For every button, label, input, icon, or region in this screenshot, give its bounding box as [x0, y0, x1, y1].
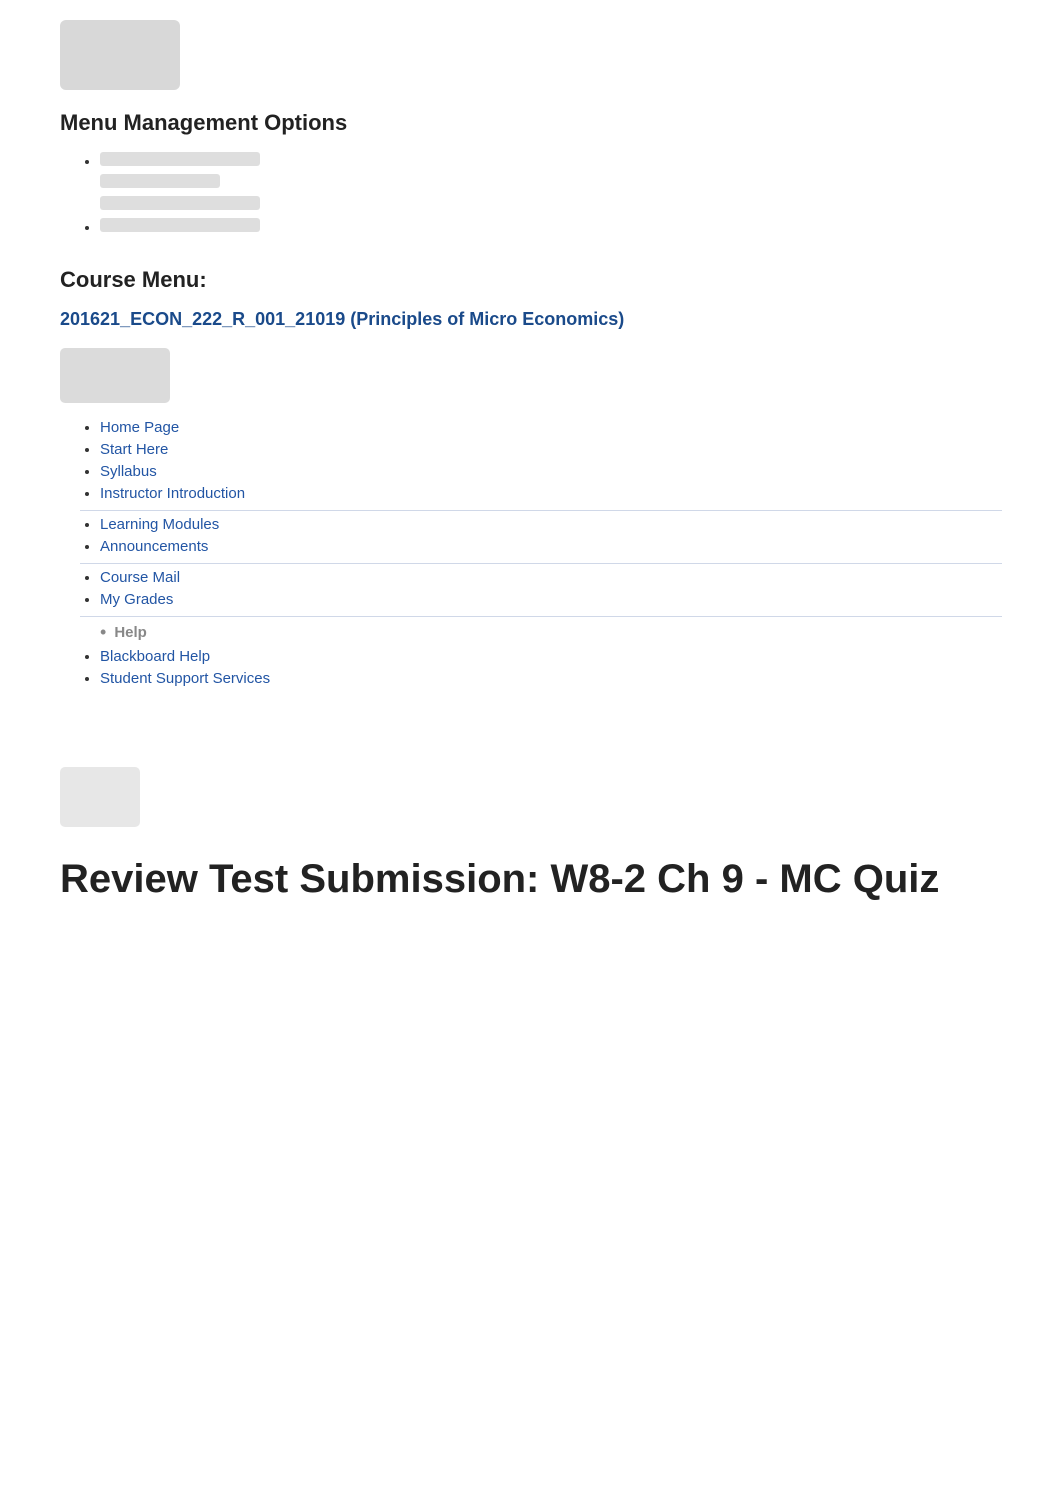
nav-link-my-grades[interactable]: My Grades [100, 591, 173, 608]
nav-link-student-support[interactable]: Student Support Services [100, 670, 270, 687]
blurred-item-middle [100, 174, 220, 188]
nav-link-announcements[interactable]: Announcements [100, 538, 208, 555]
help-heading-wrapper: Help [60, 622, 1002, 643]
nav-item-home-page[interactable]: Home Page [100, 419, 1002, 436]
course-menu-image-placeholder [60, 348, 170, 403]
nav-group-1: Home Page Start Here Syllabus Instructor… [60, 419, 1002, 511]
menu-management-heading: Menu Management Options [60, 110, 1002, 136]
help-heading: Help [114, 624, 147, 641]
nav-item-my-grades[interactable]: My Grades [100, 591, 1002, 608]
nav-item-instructor-intro[interactable]: Instructor Introduction [100, 485, 1002, 502]
nav-item-course-mail[interactable]: Course Mail [100, 569, 1002, 586]
nav-link-start-here[interactable]: Start Here [100, 441, 168, 458]
course-link[interactable]: 201621_ECON_222_R_001_21019 (Principles … [60, 309, 624, 329]
nav-divider-1 [80, 510, 1002, 511]
nav-link-home-page[interactable]: Home Page [100, 419, 179, 436]
blurred-item-top [100, 152, 260, 166]
nav-group-3: Course Mail My Grades [60, 569, 1002, 617]
nav-divider-2 [80, 563, 1002, 564]
nav-divider-3 [80, 616, 1002, 617]
top-logo-placeholder [60, 20, 180, 90]
nav-item-start-here[interactable]: Start Here [100, 441, 1002, 458]
nav-item-blackboard-help[interactable]: Blackboard Help [100, 648, 1002, 665]
menu-management-item-1[interactable] [100, 152, 1002, 210]
nav-item-announcements[interactable]: Announcements [100, 538, 1002, 555]
nav-group-2: Learning Modules Announcements [60, 516, 1002, 564]
course-menu-heading: Course Menu: [60, 267, 1002, 293]
nav-link-syllabus[interactable]: Syllabus [100, 463, 157, 480]
nav-item-student-support[interactable]: Student Support Services [100, 670, 1002, 687]
nav-link-course-mail[interactable]: Course Mail [100, 569, 180, 586]
nav-link-learning-modules[interactable]: Learning Modules [100, 516, 219, 533]
bottom-image-placeholder [60, 767, 140, 827]
nav-item-syllabus[interactable]: Syllabus [100, 463, 1002, 480]
menu-management-list [60, 152, 1002, 237]
menu-management-item-2[interactable] [100, 218, 1002, 237]
nav-link-instructor-intro[interactable]: Instructor Introduction [100, 485, 245, 502]
help-nav-group: Blackboard Help Student Support Services [60, 648, 1002, 687]
page-main-title: Review Test Submission: W8-2 Ch 9 - MC Q… [60, 857, 1002, 902]
course-menu-section: Course Menu: 201621_ECON_222_R_001_21019… [60, 267, 1002, 687]
menu-management-section: Menu Management Options [60, 110, 1002, 237]
nav-link-blackboard-help[interactable]: Blackboard Help [100, 648, 210, 665]
blurred-item-bottom [100, 196, 260, 210]
nav-item-learning-modules[interactable]: Learning Modules [100, 516, 1002, 533]
blurred-item-2 [100, 218, 260, 232]
bottom-section: Review Test Submission: W8-2 Ch 9 - MC Q… [60, 747, 1002, 902]
